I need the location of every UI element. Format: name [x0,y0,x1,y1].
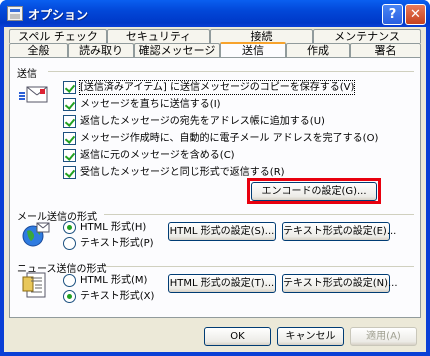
checkbox-label: 返信に元のメッセージを含める(C) [80,150,235,161]
cancel-button[interactable]: キャンセル [277,327,344,346]
mail-text-settings-button[interactable]: テキスト形式の設定(E)... [282,222,396,241]
radio-dot[interactable] [63,274,76,287]
send-section-label: 送信 [17,69,37,80]
tab-maintenance[interactable]: メンテナンス [313,29,421,43]
radio-label: テキスト形式(P) [80,238,154,249]
apply-button[interactable]: 適用(A) [350,327,417,346]
checkbox-label: メッセージを直ちに送信する(I) [80,99,221,110]
checkbox-add-to-address-book[interactable]: 返信したメッセージの宛先をアドレス帳に追加する(U) [63,115,353,128]
tab-send[interactable]: 送信 [220,42,286,57]
radio-news-html[interactable]: HTML 形式(M) [63,274,153,287]
send-tab-panel: 送信 [送信済みアイテム] に送信メッセージのコピーを保存する(V) メッセージ… [9,57,421,318]
outlook-express-icon [7,6,23,21]
checkbox-label: [送信済みアイテム] に送信メッセージのコピーを保存する(V) [78,80,356,95]
options-dialog: オプション ? ✕ スペル チェック セキュリティ 接続 メンテナンス 全般 読… [0,0,430,356]
checkbox-box[interactable] [63,149,76,162]
tab-receipts[interactable]: 確認メッセージ [134,43,220,57]
checkbox-box[interactable] [63,115,76,128]
checkbox-box[interactable] [63,132,76,145]
encode-settings-button[interactable]: エンコードの設定(G)... [251,182,377,201]
tab-spell-check[interactable]: スペル チェック [9,29,107,43]
radio-mail-text[interactable]: テキスト形式(P) [63,237,154,250]
checkbox-autocomplete-address[interactable]: メッセージ作成時に、自動的に電子メール アドレスを完了する(O) [63,132,383,145]
radio-news-text[interactable]: テキスト形式(X) [63,290,155,303]
ok-button[interactable]: OK [204,327,271,346]
send-mail-icon [19,86,48,103]
checkbox-label: メッセージ作成時に、自動的に電子メール アドレスを完了する(O) [80,133,379,144]
tab-connection[interactable]: 接続 [210,29,313,43]
mail-html-settings-button[interactable]: HTML 形式の設定(S)... [168,222,276,241]
checkbox-send-immediately[interactable]: メッセージを直ちに送信する(I) [63,98,353,111]
news-document-icon [22,272,46,298]
window-title: オプション [28,8,89,22]
checkbox-label: 返信したメッセージの宛先をアドレス帳に追加する(U) [80,116,325,127]
tab-read[interactable]: 読み取り [68,43,134,57]
checkbox-save-copy[interactable]: [送信済みアイテム] に送信メッセージのコピーを保存する(V) [63,80,356,95]
radio-label: HTML 形式(M) [80,275,148,286]
tab-security[interactable]: セキュリティ [107,29,210,43]
radio-label: テキスト形式(X) [80,291,155,302]
close-button[interactable]: ✕ [405,4,426,25]
mail-format-divider [104,214,414,215]
title-bar[interactable]: オプション ? ✕ [0,0,430,27]
news-html-settings-button[interactable]: HTML 形式の設定(T)... [168,274,276,293]
radio-dot[interactable] [63,290,76,303]
checkbox-box[interactable] [63,98,76,111]
send-section-divider [48,71,414,72]
news-format-divider [104,266,414,267]
radio-label: HTML 形式(H) [80,222,147,233]
checkbox-box[interactable] [63,166,76,179]
mail-globe-icon [22,222,50,247]
radio-dot[interactable] [63,237,76,250]
dialog-client-area: スペル チェック セキュリティ 接続 メンテナンス 全般 読み取り 確認メッセー… [4,27,426,352]
tab-compose[interactable]: 作成 [286,43,350,57]
checkbox-box[interactable] [63,81,76,94]
checkbox-include-original[interactable]: 返信に元のメッセージを含める(C) [63,149,353,162]
radio-dot[interactable] [63,221,76,234]
tab-general[interactable]: 全般 [9,43,68,57]
tab-signatures[interactable]: 署名 [350,43,421,57]
radio-mail-html[interactable]: HTML 形式(H) [63,221,153,234]
news-text-settings-button[interactable]: テキスト形式の設定(N)... [282,274,398,293]
help-button[interactable]: ? [382,4,403,25]
